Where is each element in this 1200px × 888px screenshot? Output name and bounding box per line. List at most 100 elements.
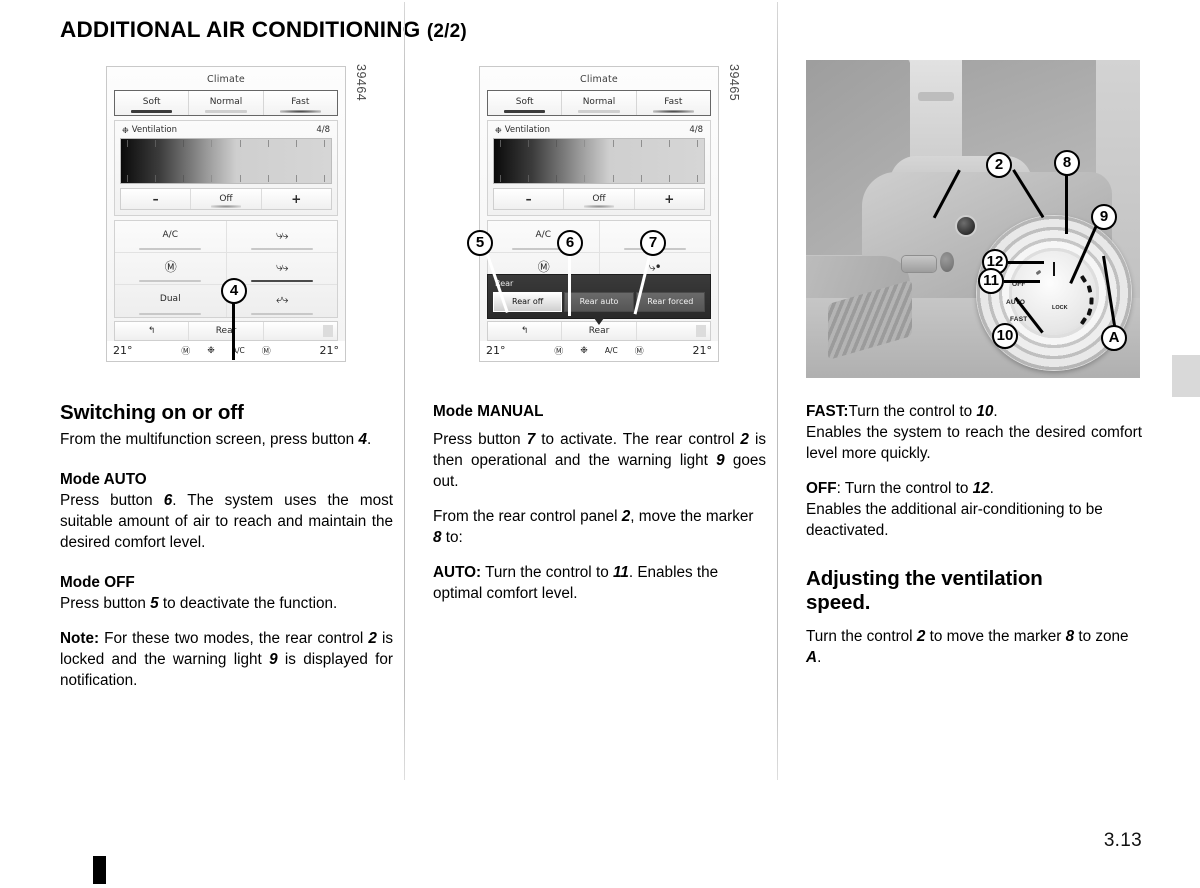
screen1-title: Climate [207,74,245,85]
screen2-temp-left: 21° [486,344,506,357]
screen1-ventilation-controls: – Off + [120,188,332,210]
callout-2: 2 [986,152,1012,178]
paragraph-mode-auto: Press button 6. The system uses the most… [60,492,393,551]
screen1-segment-fast-label: Fast [291,97,310,107]
paragraph-manual-2: From the rear control panel 2, move the … [433,508,754,546]
callout-6-leader [568,252,571,316]
screen2-extra-slot[interactable] [637,322,710,340]
auto-icon: Ⓜ [261,347,271,357]
screen1-grid-row-1: A/C ⤷⤷ [115,221,337,253]
screen1-segment-normal-label: Normal [209,97,243,107]
screen1-segment-soft-indicator [131,110,173,113]
screen1-segment-soft-label: Soft [142,97,161,107]
screen1-mode-segments: Soft Normal Fast [114,90,338,116]
paragraph-off-detail: Enables the additional air-conditioning … [806,501,1103,539]
fan-icon: ❉ [495,125,502,135]
screen1-back-button[interactable]: ↰ [115,322,190,340]
airflow-feet-icon: ⤶⤷ [276,292,288,306]
screen1-status-bar: 21° Ⓜ ❉ A/C Ⓜ 21° [107,341,345,361]
screen2-ventilation-gauge[interactable] [493,138,705,184]
recirculation-icon: Ⓜ [164,260,177,274]
console-knob [940,252,954,272]
screen2-ventilation-panel: ❉ Ventilation 4/8 – Off + [487,120,711,216]
content-columns: 39464 Climate Soft Normal Fast ❉ Ventila… [0,60,1200,820]
screen1-ventilation-gauge[interactable] [120,138,332,184]
screen1-temp-right: 21° [319,344,339,357]
screen1-airflow-face-feet-button[interactable]: ⤷⤷ [227,253,338,284]
page-title-fraction: (2/2) [426,21,467,42]
auto-icon: Ⓜ [634,347,644,357]
column-2: 39465 Climate Soft Normal Fast ❉ Ventila… [433,60,766,820]
screen1-rear-button[interactable]: Rear [189,322,264,340]
page-number: 3.13 [1103,830,1142,851]
column-3: 39467 OFF AUTO FAST [806,60,1142,820]
callout-8-leader [1065,172,1068,234]
infotainment-screen-2: Climate Soft Normal Fast ❉ Ventilation 4… [479,66,719,362]
screen2-ventilation-header: ❉ Ventilation 4/8 [495,125,703,135]
screen1-ventilation-value: 4/8 [316,125,330,135]
screen1-ventilation-minus[interactable]: – [121,189,192,209]
column-1-text: Switching on or off From the multifuncti… [60,401,393,691]
screen1-segment-fast-indicator [279,110,321,113]
power-socket [955,215,977,237]
section-heading-adjusting: Adjusting the ventilation speed. [806,567,1142,615]
screen1-dual-button[interactable]: Dual [115,285,227,317]
rear-forced-button[interactable]: Rear forced [635,292,705,312]
rear-popup-title: Rear [495,279,514,288]
screen2-ventilation-plus[interactable]: + [635,189,704,209]
screen2-mode-segments: Soft Normal Fast [487,90,711,116]
rear-auto-button[interactable]: Rear auto [564,292,634,312]
section-edge-tab [1172,355,1200,397]
figure-1-reference: 39464 [354,64,368,102]
screen2-segment-fast[interactable]: Fast [637,91,710,115]
column-2-text: Mode MANUAL Press button 7 to activate. … [433,401,766,604]
figure-2-reference: 39465 [727,64,741,102]
screen2-temp-right: 21° [692,344,712,357]
screen2-ventilation-minus[interactable]: – [494,189,565,209]
paragraph-manual-1: Press button 7 to activate. The rear con… [433,431,766,490]
adjusting-heading-line-2: speed. [806,591,871,614]
screen1-segment-normal-indicator [205,110,247,113]
fan-icon: ❉ [580,345,588,356]
page-title-text: ADDITIONAL AIR CONDITIONING [60,17,421,42]
figure-3: 39467 OFF AUTO FAST [806,60,1142,385]
screen2-ventilation-off[interactable]: Off [564,189,635,209]
screen1-ventilation-plus[interactable]: + [262,189,331,209]
ac-status-label: A/C [604,346,618,355]
subheading-mode-manual: Mode MANUAL [433,403,544,420]
callout-7: 7 [640,230,666,256]
screen2-segment-normal[interactable]: Normal [562,91,637,115]
console-switch-panel [902,256,936,272]
screen2-back-button[interactable]: ↰ [488,322,563,340]
screen1-segment-soft[interactable]: Soft [115,91,190,115]
screen1-temp-left: 21° [113,344,133,357]
airflow-face-feet-icon: ⤷⤷ [276,260,288,274]
paragraph-mode-off: Press button 5 to deactivate the functio… [60,595,338,612]
screen1-ventilation-off[interactable]: Off [191,189,262,209]
screen1-segment-normal[interactable]: Normal [189,91,264,115]
paragraph-off: OFF: Turn the control to 12. [806,480,994,497]
airflow-face-feet-icon: ⤷• [648,260,662,274]
screen2-ac-button[interactable]: A/C [488,221,600,252]
paragraph-fast: FAST:Turn the control to 10. [806,403,998,420]
screen1-ventilation-header: ❉ Ventilation 4/8 [120,125,332,138]
screen1-recirculation-button[interactable]: Ⓜ [115,253,227,284]
callout-12-leader [1008,261,1044,264]
screen1-airflow-face-button[interactable]: ⤷⤷ [227,221,338,252]
callout-9: 9 [1091,204,1117,230]
screen1-ac-button[interactable]: A/C [115,221,227,252]
callout-A: A [1101,325,1127,351]
screen2-grid-row-1: A/C ⤷⤷ [488,221,710,253]
screen2-segment-soft[interactable]: Soft [488,91,563,115]
subheading-mode-off: Mode OFF [60,574,135,591]
figure-2: 39465 Climate Soft Normal Fast ❉ Ventila… [433,60,766,385]
screen1-segment-fast[interactable]: Fast [264,91,337,115]
dial-marker [1053,261,1055,276]
screen1-ventilation-label: Ventilation [131,125,178,135]
airflow-face-icon: ⤷⤷ [276,228,288,242]
section-heading-switching: Switching on or off [60,401,244,424]
callout-5: 5 [467,230,493,256]
adjusting-heading-line-1: Adjusting the ventilation [806,567,1043,590]
paragraph-adjusting: Turn the control 2 to move the marker 8 … [806,628,1129,666]
screen1-extra-slot[interactable] [264,322,337,340]
